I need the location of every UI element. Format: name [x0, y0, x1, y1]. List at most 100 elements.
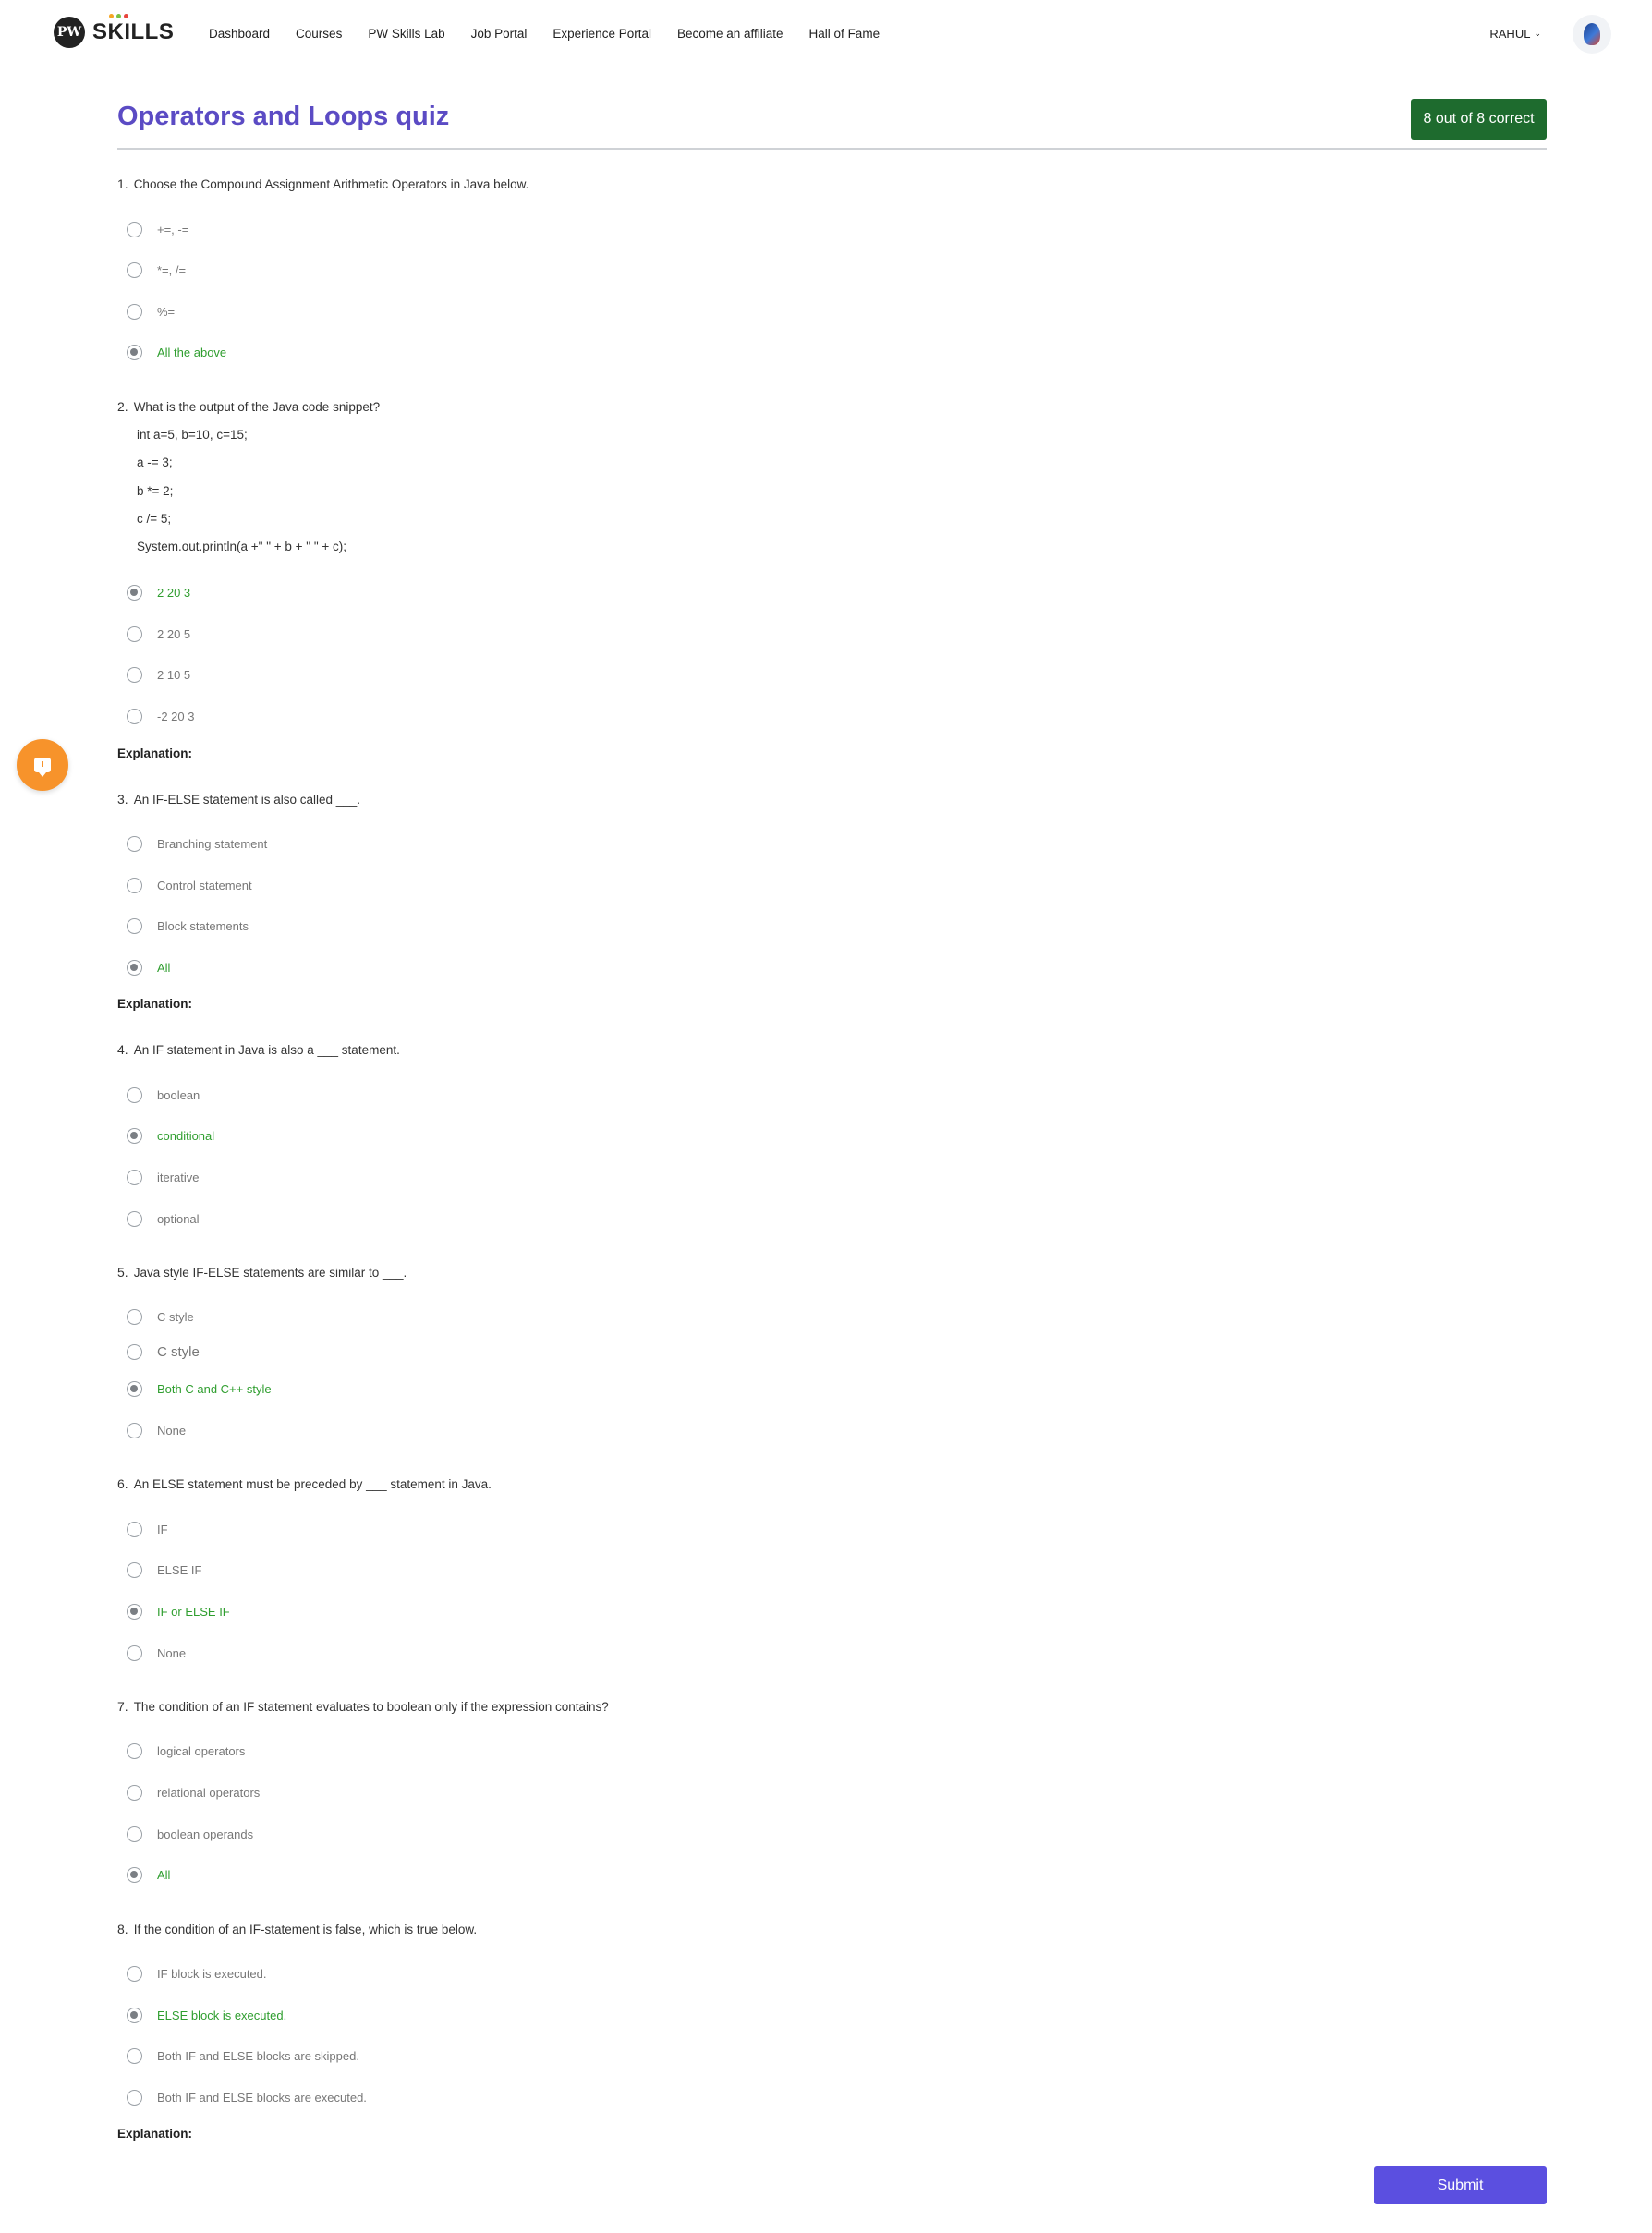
q8-option-1[interactable]: IF block is executed.: [127, 1966, 267, 1982]
radio-button[interactable]: [127, 1743, 142, 1759]
code-line: a -= 3;: [137, 455, 173, 469]
radio-button[interactable]: [127, 222, 142, 237]
top-navbar: PW SKILLS Dashboard Courses PW Skills La…: [0, 0, 1652, 68]
page-title: Operators and Loops quiz: [117, 102, 450, 131]
code-line: System.out.println(a +" " + b + " " + c)…: [137, 540, 347, 553]
pw-skills-logo[interactable]: PW SKILLS: [54, 14, 175, 48]
radio-button[interactable]: [127, 1344, 142, 1360]
question-7: 7. The condition of an IF statement evalu…: [117, 1699, 609, 1714]
radio-button[interactable]: [127, 1966, 142, 1982]
q3-option-1[interactable]: Branching statement: [127, 836, 267, 852]
chat-alert-icon: [34, 758, 51, 777]
nav-job-portal[interactable]: Job Portal: [471, 27, 528, 41]
q1-option-2[interactable]: *=, /=: [127, 262, 186, 278]
q1-option-4[interactable]: All the above: [127, 345, 226, 360]
radio-button[interactable]: [127, 2048, 142, 2064]
q3-option-4[interactable]: All: [127, 960, 170, 976]
q5-option-3[interactable]: Both C and C++ style: [127, 1381, 272, 1397]
chevron-down-icon: ⌄: [1534, 29, 1541, 38]
nav-pw-skills-lab[interactable]: PW Skills Lab: [368, 27, 444, 41]
radio-button[interactable]: [127, 1785, 142, 1801]
q4-option-3[interactable]: iterative: [127, 1170, 200, 1185]
logo-text: SKILLS: [92, 19, 175, 44]
avatar-image: [1584, 23, 1600, 45]
radio-button[interactable]: [127, 1170, 142, 1185]
q6-option-3[interactable]: IF or ELSE IF: [127, 1604, 230, 1620]
radio-button-selected[interactable]: [127, 960, 142, 976]
q4-option-1[interactable]: boolean: [127, 1087, 200, 1103]
code-line: b *= 2;: [137, 484, 174, 498]
radio-button[interactable]: [127, 878, 142, 893]
q2-option-3[interactable]: 2 10 5: [127, 667, 190, 683]
q3-option-2[interactable]: Control statement: [127, 878, 252, 893]
question-1: 1. Choose the Compound Assignment Arithme…: [117, 176, 529, 191]
q2-option-4[interactable]: -2 20 3: [127, 709, 194, 724]
user-menu[interactable]: RAHUL ⌄: [1489, 27, 1541, 41]
q7-option-1[interactable]: logical operators: [127, 1743, 245, 1759]
radio-button-selected[interactable]: [127, 1867, 142, 1883]
nav-hall-of-fame[interactable]: Hall of Fame: [809, 27, 881, 41]
explanation-label: Explanation:: [117, 746, 193, 760]
radio-button[interactable]: [127, 1087, 142, 1103]
radio-button-selected[interactable]: [127, 2008, 142, 2023]
nav-dashboard[interactable]: Dashboard: [209, 27, 270, 41]
submit-button[interactable]: Submit: [1374, 2166, 1547, 2204]
radio-button[interactable]: [127, 1309, 142, 1325]
q1-option-3[interactable]: %=: [127, 304, 175, 320]
score-badge: 8 out of 8 correct: [1411, 99, 1547, 140]
question-6: 6. An ELSE statement must be preceded by …: [117, 1476, 492, 1491]
nav-become-affiliate[interactable]: Become an affiliate: [677, 27, 783, 41]
radio-button[interactable]: [127, 304, 142, 320]
q5-option-4[interactable]: None: [127, 1423, 186, 1438]
q5-option-2[interactable]: C style: [127, 1344, 200, 1360]
nav-experience-portal[interactable]: Experience Portal: [553, 27, 651, 41]
radio-button[interactable]: [127, 667, 142, 683]
radio-button[interactable]: [127, 709, 142, 724]
radio-button[interactable]: [127, 1423, 142, 1438]
q7-option-4[interactable]: All: [127, 1867, 170, 1883]
q8-option-2[interactable]: ELSE block is executed.: [127, 2008, 286, 2023]
avatar[interactable]: [1573, 15, 1611, 54]
question-3: 3. An IF-ELSE statement is also called __…: [117, 792, 361, 807]
q8-option-3[interactable]: Both IF and ELSE blocks are skipped.: [127, 2048, 359, 2064]
radio-button[interactable]: [127, 262, 142, 278]
radio-button[interactable]: [127, 1826, 142, 1842]
radio-button[interactable]: [127, 1645, 142, 1661]
q2-option-2[interactable]: 2 20 5: [127, 626, 190, 642]
explanation-label: Explanation:: [117, 2127, 193, 2141]
radio-button[interactable]: [127, 1562, 142, 1578]
q3-option-3[interactable]: Block statements: [127, 918, 249, 934]
q7-option-2[interactable]: relational operators: [127, 1785, 260, 1801]
question-8: 8. If the condition of an IF-statement is…: [117, 1922, 478, 1936]
q4-option-2[interactable]: conditional: [127, 1128, 214, 1144]
q2-option-1[interactable]: 2 20 3: [127, 585, 190, 601]
q6-option-4[interactable]: None: [127, 1645, 186, 1661]
question-5: 5. Java style IF-ELSE statements are simi…: [117, 1265, 407, 1280]
radio-button-selected[interactable]: [127, 1604, 142, 1620]
title-divider: [117, 148, 1547, 150]
radio-button-selected[interactable]: [127, 1128, 142, 1144]
radio-button-selected[interactable]: [127, 585, 142, 601]
nav-courses[interactable]: Courses: [296, 27, 342, 41]
q4-option-4[interactable]: optional: [127, 1211, 200, 1227]
explanation-label: Explanation:: [117, 997, 193, 1011]
question-2: 2. What is the output of the Java code sn…: [117, 399, 381, 414]
radio-button[interactable]: [127, 918, 142, 934]
radio-button-selected[interactable]: [127, 345, 142, 360]
feedback-button[interactable]: [17, 739, 68, 791]
q8-option-4[interactable]: Both IF and ELSE blocks are executed.: [127, 2090, 367, 2106]
radio-button[interactable]: [127, 836, 142, 852]
code-line: int a=5, b=10, c=15;: [137, 428, 248, 442]
radio-button[interactable]: [127, 626, 142, 642]
q1-option-1[interactable]: +=, -=: [127, 222, 188, 237]
radio-button[interactable]: [127, 2090, 142, 2106]
q5-option-1[interactable]: C style: [127, 1309, 194, 1325]
user-name: RAHUL: [1489, 27, 1531, 41]
q6-option-2[interactable]: ELSE IF: [127, 1562, 201, 1578]
radio-button[interactable]: [127, 1211, 142, 1227]
q7-option-3[interactable]: boolean operands: [127, 1826, 253, 1842]
q6-option-1[interactable]: IF: [127, 1522, 168, 1537]
radio-button-selected[interactable]: [127, 1381, 142, 1397]
radio-button[interactable]: [127, 1522, 142, 1537]
question-4: 4. An IF statement in Java is also a ___ …: [117, 1042, 400, 1057]
